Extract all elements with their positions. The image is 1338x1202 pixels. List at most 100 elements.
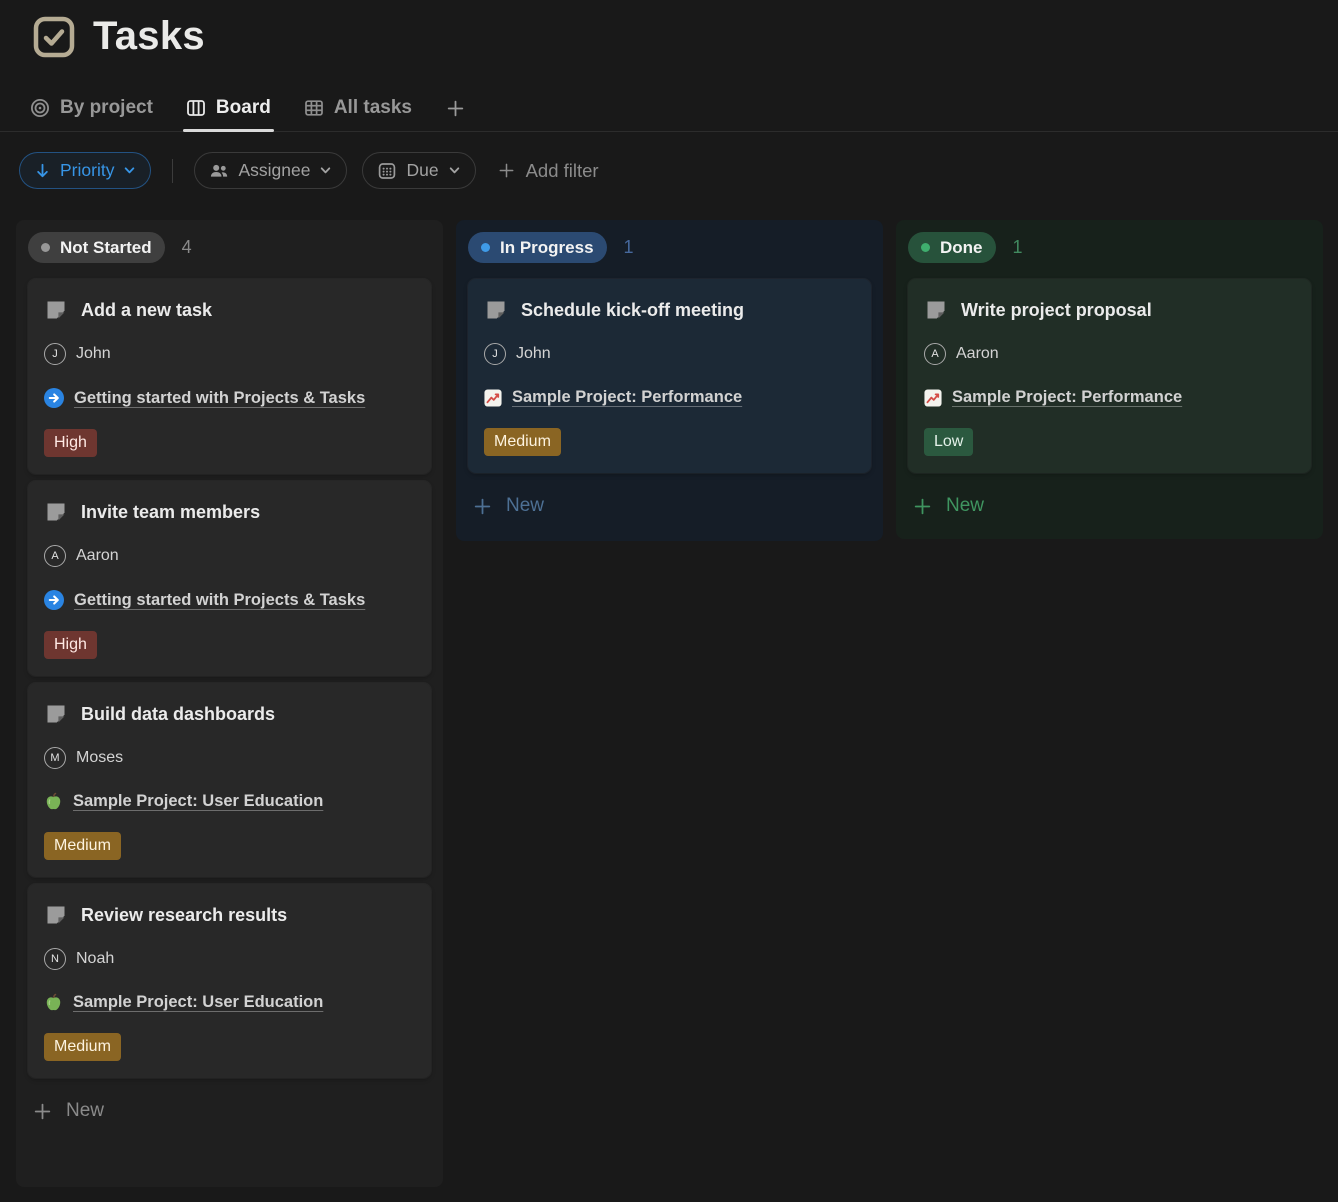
tab-by-project[interactable]: By project — [30, 85, 153, 131]
task-title: Review research results — [81, 905, 287, 926]
task-page-icon — [484, 298, 508, 322]
project-row: Getting started with Projects & Tasks — [44, 388, 415, 408]
add-view-button[interactable] — [445, 98, 466, 119]
table-icon — [304, 98, 324, 118]
avatar-initial: A — [51, 550, 58, 562]
calendar-icon — [377, 161, 397, 181]
page-title: Tasks — [93, 14, 205, 59]
avatar-initial: J — [492, 348, 498, 360]
status-dot — [921, 243, 930, 252]
project-link[interactable]: Getting started with Projects & Tasks — [74, 389, 365, 408]
avatar: A — [924, 343, 946, 365]
new-task-button[interactable]: New — [468, 489, 871, 525]
status-pill-done[interactable]: Done — [908, 232, 996, 263]
task-card[interactable]: Invite team members A Aaron Getting star… — [28, 481, 431, 676]
plus-icon — [497, 161, 516, 180]
task-card[interactable]: Write project proposal A Aaron Sample Pr… — [908, 279, 1311, 473]
project-link[interactable]: Getting started with Projects & Tasks — [74, 591, 365, 610]
project-link[interactable]: Sample Project: Performance — [952, 388, 1182, 407]
task-card[interactable]: Review research results N Noah Sample Pr… — [28, 884, 431, 1078]
assignee-row: M Moses — [44, 747, 415, 769]
priority-tag: High — [44, 631, 97, 659]
priority-tag: High — [44, 429, 97, 457]
status-pill-in-progress[interactable]: In Progress — [468, 232, 607, 263]
tab-label: Board — [216, 97, 271, 119]
column-count: 4 — [182, 237, 192, 258]
assignee-name: Noah — [76, 950, 114, 968]
avatar: J — [44, 343, 66, 365]
priority-tag: Medium — [44, 1033, 121, 1061]
status-label: In Progress — [500, 238, 594, 258]
task-page-icon — [44, 298, 68, 322]
filter-assignee-pill[interactable]: Assignee — [194, 152, 347, 189]
status-label: Not Started — [60, 238, 152, 258]
arrow-down-icon — [34, 162, 51, 179]
apple-icon — [44, 792, 63, 811]
plus-icon — [32, 1101, 53, 1122]
priority-row: Low — [924, 428, 1295, 456]
plus-icon — [472, 496, 493, 517]
checkbox-icon — [32, 15, 76, 59]
task-title: Invite team members — [81, 502, 260, 523]
priority-tag: Medium — [484, 428, 561, 456]
priority-tag: Medium — [44, 832, 121, 860]
task-card[interactable]: Add a new task J John Getting started wi… — [28, 279, 431, 474]
project-row: Sample Project: User Education — [44, 993, 415, 1012]
task-page-icon — [44, 702, 68, 726]
status-pill-not-started[interactable]: Not Started — [28, 232, 165, 263]
sort-priority-pill[interactable]: Priority — [19, 152, 151, 189]
priority-tag: Low — [924, 428, 973, 456]
filter-pill-label: Due — [406, 160, 438, 181]
task-card[interactable]: Build data dashboards M Moses Sample Pro… — [28, 683, 431, 877]
assignee-row: A Aaron — [924, 343, 1295, 365]
project-row: Sample Project: User Education — [44, 792, 415, 811]
avatar: N — [44, 948, 66, 970]
project-row: Sample Project: Performance — [484, 388, 855, 407]
column-in-progress: In Progress 1 Schedule kick-off meeting … — [456, 220, 883, 541]
tab-label: By project — [60, 97, 153, 119]
assignee-name: Aaron — [76, 547, 119, 565]
task-card[interactable]: Schedule kick-off meeting J John Sample … — [468, 279, 871, 473]
column-done: Done 1 Write project proposal A Aaron — [896, 220, 1323, 539]
avatar: A — [44, 545, 66, 567]
status-label: Done — [940, 238, 983, 258]
target-icon — [30, 98, 50, 118]
column-header: Not Started 4 — [28, 232, 431, 263]
assignee-name: John — [516, 345, 551, 363]
new-task-label: New — [506, 495, 544, 517]
new-task-label: New — [66, 1100, 104, 1122]
priority-row: High — [44, 429, 415, 457]
assignee-row: J John — [44, 343, 415, 365]
chevron-down-icon — [319, 164, 332, 177]
assignee-row: J John — [484, 343, 855, 365]
page-header: Tasks — [0, 0, 1338, 59]
new-task-button[interactable]: New — [908, 489, 1311, 525]
column-not-started: Not Started 4 Add a new task J John — [16, 220, 443, 1187]
task-title: Write project proposal — [961, 300, 1152, 321]
arrow-circle-icon — [44, 590, 64, 610]
task-title: Schedule kick-off meeting — [521, 300, 744, 321]
assignee-row: A Aaron — [44, 545, 415, 567]
add-filter-button[interactable]: Add filter — [497, 160, 599, 182]
project-link[interactable]: Sample Project: User Education — [73, 993, 323, 1012]
filter-due-pill[interactable]: Due — [362, 152, 475, 189]
view-tabs: By project Board All tasks — [0, 85, 1338, 132]
new-task-button[interactable]: New — [28, 1094, 431, 1130]
assignee-name: John — [76, 345, 111, 363]
task-title: Build data dashboards — [81, 704, 275, 725]
project-link[interactable]: Sample Project: User Education — [73, 792, 323, 811]
task-title: Add a new task — [81, 300, 212, 321]
new-task-label: New — [946, 495, 984, 517]
column-header: Done 1 — [908, 232, 1311, 263]
tab-board[interactable]: Board — [186, 85, 271, 131]
tab-all-tasks[interactable]: All tasks — [304, 85, 412, 131]
assignee-name: Aaron — [956, 345, 999, 363]
project-link[interactable]: Sample Project: Performance — [512, 388, 742, 407]
project-row: Getting started with Projects & Tasks — [44, 590, 415, 610]
toolbar-divider — [172, 159, 173, 183]
chart-icon — [484, 389, 502, 407]
arrow-circle-icon — [44, 388, 64, 408]
avatar: J — [484, 343, 506, 365]
status-dot — [481, 243, 490, 252]
task-page-icon — [44, 903, 68, 927]
